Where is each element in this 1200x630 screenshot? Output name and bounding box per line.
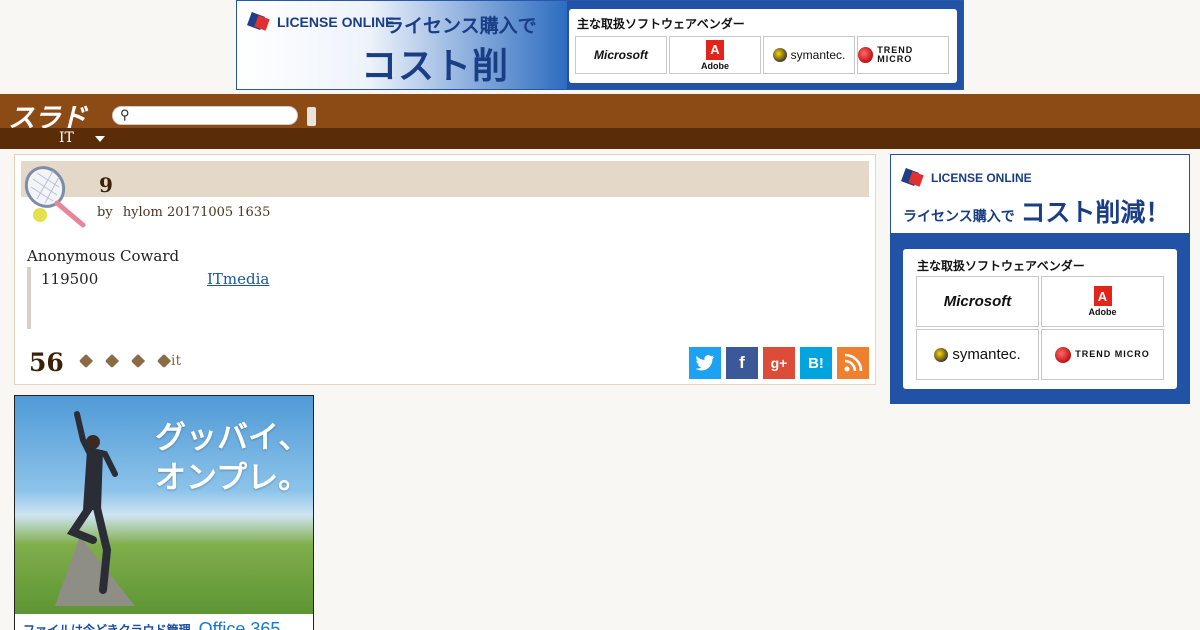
googleplus-icon: g+ xyxy=(770,355,788,371)
vendor-microsoft: Microsoft xyxy=(916,276,1039,327)
tag-icon xyxy=(104,353,120,369)
tag-item[interactable] xyxy=(78,353,94,369)
ad-footer: ファイルは今どきクラウド管理 Office 365 xyxy=(15,614,313,630)
googleplus-share-button[interactable]: g+ xyxy=(763,347,795,379)
hatena-icon: B! xyxy=(808,354,824,372)
vendor-trend-micro: TREND MICRO xyxy=(857,36,949,74)
vendor-microsoft: Microsoft xyxy=(575,36,667,74)
ad-slogan: グッバイ、 オンプレ。 xyxy=(155,420,310,496)
rss-icon xyxy=(844,353,863,372)
adobe-logo-icon: A xyxy=(1093,286,1112,306)
sidebar-ad[interactable]: LICENSE ONLINE ライセンス購入で コスト削減！ 主な取扱ソフトウェ… xyxy=(890,154,1190,404)
vendor-box: 主な取扱ソフトウェアベンダー Microsoft A Adobe symante… xyxy=(903,249,1177,389)
license-online-mark-icon xyxy=(249,11,271,33)
vendor-trend-micro: TREND MICRO xyxy=(1041,329,1164,380)
rss-button[interactable] xyxy=(837,347,869,379)
ad-headline-small: ライセンス購入で xyxy=(385,15,537,37)
license-online-logo: LICENSE ONLINE xyxy=(249,11,394,33)
jumping-businessman-image xyxy=(66,411,118,594)
tag-icon xyxy=(78,353,94,369)
author-link[interactable]: hylom xyxy=(123,205,163,220)
ad-brand: LICENSE ONLINE xyxy=(277,14,395,30)
post-date: 20171005 1635 xyxy=(166,205,271,220)
section-selector[interactable]: IT xyxy=(59,130,74,146)
vendor-box: 主な取扱ソフトウェアベンダー Microsoft A Adobe symante… xyxy=(569,9,957,83)
sidebar-ad-header: LICENSE ONLINE ライセンス購入で コスト削減！ xyxy=(891,155,1189,233)
share-buttons: f g+ B! xyxy=(689,347,869,379)
story-title-bar: 9 xyxy=(21,161,869,197)
facebook-share-button[interactable]: f xyxy=(726,347,758,379)
quote-number: 119500 xyxy=(41,270,99,288)
itmedia-link[interactable]: ITmedia xyxy=(207,270,269,288)
vendor-title: 主な取扱ソフトウェアベンダー xyxy=(577,17,745,31)
story-submitter: Anonymous Coward xyxy=(27,247,180,265)
facebook-icon: f xyxy=(739,353,745,372)
license-online-logo: LICENSE ONLINE xyxy=(903,167,1032,189)
vendor-adobe: A Adobe xyxy=(1041,276,1164,327)
story-card: 9 by hylom 20171005 1635 Anonymous Cowar… xyxy=(14,154,876,385)
license-online-mark-icon xyxy=(903,167,925,189)
top-banner-ad[interactable]: LICENSE ONLINE ライセンス購入で コスト削減！ 主な取扱ソフトウェ… xyxy=(236,0,964,90)
symantec-logo-icon xyxy=(934,347,949,362)
chevron-down-icon[interactable] xyxy=(95,136,105,142)
trend-micro-logo-icon xyxy=(858,47,874,63)
adobe-logo-icon: A xyxy=(706,39,724,60)
tag-item[interactable] xyxy=(104,353,120,369)
vendor-grid: Microsoft A Adobe symantec. TREND MICRO xyxy=(575,36,949,74)
tag-icon xyxy=(156,353,172,369)
comment-count[interactable]: 56 xyxy=(29,348,64,377)
hatena-bookmark-button[interactable]: B! xyxy=(800,347,832,379)
symantec-logo-icon xyxy=(772,48,787,62)
tag-icon xyxy=(130,353,146,369)
search-icon: ⚲ xyxy=(120,108,130,123)
twitter-icon xyxy=(695,355,715,371)
site-header: スラド ⚲ xyxy=(0,94,1200,134)
tennis-racket-icon xyxy=(24,166,86,228)
sidebar-ad-headline: ライセンス購入で コスト削減！ xyxy=(903,198,1171,227)
tag-list: it xyxy=(78,353,181,369)
vendor-symantec: symantec. xyxy=(763,36,855,74)
vendor-title: 主な取扱ソフトウェアベンダー xyxy=(917,259,1085,273)
search-button[interactable] xyxy=(307,107,316,126)
ad-headline-large: コスト削減！ xyxy=(361,46,510,87)
vendor-symantec: symantec. xyxy=(916,329,1039,380)
story-title[interactable]: 9 xyxy=(99,173,113,197)
ad-left-panel: LICENSE ONLINE ライセンス購入で コスト削減！ xyxy=(237,1,567,89)
vendor-adobe: A Adobe xyxy=(669,36,761,74)
office365-ad[interactable]: グッバイ、 オンプレ。 ファイルは今どきクラウド管理 Office 365 xyxy=(14,395,314,630)
office365-logo: Office 365 xyxy=(198,618,281,630)
vendor-grid: Microsoft A Adobe symantec. TREND MICRO xyxy=(916,276,1164,380)
trend-micro-logo-icon xyxy=(1055,346,1072,363)
twitter-share-button[interactable] xyxy=(689,347,721,379)
story-quote: 119500 ITmedia xyxy=(27,267,427,329)
ad-vendor-panel: 主な取扱ソフトウェアベンダー Microsoft A Adobe symante… xyxy=(567,1,963,89)
section-nav: IT xyxy=(0,128,1200,149)
byline: by hylom 20171005 1635 xyxy=(97,205,271,220)
tag-item[interactable] xyxy=(130,353,146,369)
search-input[interactable]: ⚲ xyxy=(112,106,298,125)
tag-item[interactable]: it xyxy=(156,353,181,369)
